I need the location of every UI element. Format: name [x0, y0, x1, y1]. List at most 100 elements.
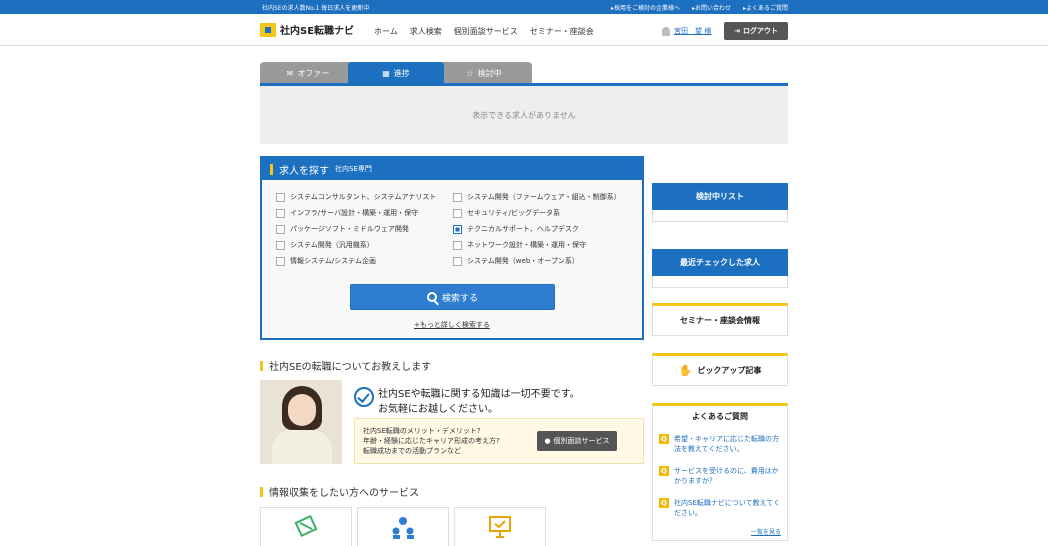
service-card-mail[interactable] — [260, 507, 352, 546]
checkbox-checked[interactable] — [453, 224, 462, 234]
recent-jobs-body — [652, 276, 788, 288]
intro-title-text: 社内SEの転職についてお教えします — [269, 362, 432, 373]
search-body: システムコンサルタント、システムアナリスト システム開発（ファームウェア・組込・… — [262, 180, 642, 338]
category-option[interactable]: ネットワーク設計・構築・運用・保守 — [453, 240, 630, 250]
checkbox[interactable] — [453, 240, 462, 250]
sidebar-pickup-card[interactable]: ✋ ピックアップ記事 — [652, 353, 788, 386]
checkbox[interactable] — [276, 208, 285, 218]
category-label: システム開発（ファームウェア・組込・制御系） — [467, 193, 621, 201]
top-bar-links: ▸採用をご検討の企業様へ ▸お問い合わせ ▸よくあるご質問 — [611, 3, 788, 12]
calendar-icon: ▦ — [382, 68, 390, 78]
mail-magazine-icon — [294, 515, 318, 538]
user-icon — [662, 26, 670, 36]
faq-question: サービスを受けるのに、費用はかかりますか？ — [674, 467, 779, 485]
checkbox[interactable] — [453, 208, 462, 218]
user-menu[interactable]: 宮田 望 様 — [662, 26, 711, 36]
service-card-community[interactable] — [357, 507, 449, 546]
intro-headline: 社内SEや転職に関する知識は一切不要です。 — [378, 389, 580, 400]
consultation-button[interactable]: ● 個別面談サービス — [537, 431, 617, 451]
pickup-card-label: ピックアップ記事 — [697, 366, 762, 375]
topic-line: 転職成功までの活動プランなど — [363, 447, 461, 455]
nav-consultation[interactable]: 個別面談サービス — [454, 26, 518, 37]
faq-view-all-link[interactable]: 一覧を見る — [751, 527, 781, 536]
consultation-button-label: 個別面談サービス — [553, 437, 610, 445]
category-label: インフラ/サーバ設計・構築・運用・保守 — [290, 209, 419, 217]
tab-progress[interactable]: ▦ 進捗 — [348, 62, 444, 84]
faq-question: 社内SE転職ナビについて教えてください。 — [674, 499, 781, 517]
category-option[interactable]: システム開発（ファームウェア・組込・制御系） — [453, 192, 630, 202]
service-card-seminar[interactable] — [454, 507, 546, 546]
top-bar-tagline: 社内SEの求人数No.1 毎日求人を更新中 — [262, 5, 370, 12]
top-bar: 社内SEの求人数No.1 毎日求人を更新中 ▸採用をご検討の企業様へ ▸お問い合… — [0, 0, 1048, 14]
search-subtitle: 社内SE専門 — [335, 165, 372, 173]
faq-item[interactable]: Q 希望・キャリアに応じた転職の方法を教えてください。 — [659, 434, 783, 454]
category-option[interactable]: セキュリティ/ビッグデータ系 — [453, 208, 630, 218]
tab-offer[interactable]: ✉ オファー — [260, 62, 356, 84]
category-option[interactable]: テクニカルサポート、ヘルプデスク — [453, 224, 630, 234]
section-accent-bar — [260, 360, 263, 371]
logout-icon: ⇥ — [734, 27, 740, 35]
sidebar-review-list[interactable]: 検討中リスト — [652, 183, 788, 222]
consultant-photo — [260, 380, 342, 464]
search-button-label: 検索する — [441, 293, 478, 304]
category-option[interactable]: システムコンサルタント、システムアナリスト — [276, 192, 453, 202]
category-label: 情報システム/システム企画 — [290, 257, 376, 265]
checkbox[interactable] — [276, 192, 285, 202]
advanced-search-link[interactable]: +もっと詳しく検索する — [414, 320, 490, 330]
tab-progress-label: 進捗 — [393, 68, 410, 78]
consultation-info-box: 社内SE転職のメリット・デメリット? 年齢・経験に応じたキャリア形成の考え方? … — [354, 418, 644, 464]
arrow-circle-icon: ● — [544, 437, 551, 445]
nav-seminar[interactable]: セミナー・座談会 — [530, 26, 594, 37]
faq-item[interactable]: Q サービスを受けるのに、費用はかかりますか？ — [659, 466, 783, 486]
tab-considering-label: 検討中 — [477, 68, 502, 78]
review-list-button[interactable]: 検討中リスト — [652, 183, 788, 210]
checkbox[interactable] — [276, 240, 285, 250]
thumbs-up-icon: ✋ — [678, 364, 693, 377]
search-button[interactable]: 検索する — [350, 284, 555, 310]
nav-home[interactable]: ホーム — [374, 26, 398, 37]
checkbox[interactable] — [276, 224, 285, 234]
recent-jobs-button[interactable]: 最近チェックした求人 — [652, 249, 788, 276]
category-label: セキュリティ/ビッグデータ系 — [467, 209, 560, 217]
checkbox[interactable] — [276, 256, 285, 266]
category-list: システムコンサルタント、システムアナリスト システム開発（ファームウェア・組込・… — [276, 192, 636, 266]
sidebar-seminar-card[interactable]: セミナー・座談会情報 — [652, 303, 788, 336]
checkbox[interactable] — [453, 192, 462, 202]
checkbox[interactable] — [453, 256, 462, 266]
faq-link[interactable]: ▸よくあるご質問 — [743, 3, 788, 12]
people-icon — [392, 517, 414, 539]
category-option[interactable]: システム開発（web・オープン系） — [453, 256, 630, 266]
search-title: 求人を探す — [279, 165, 329, 177]
job-search-panel: 求人を探す 社内SE専門 システムコンサルタント、システムアナリスト システム開… — [260, 156, 644, 340]
sidebar-faq: よくあるご質問 Q 希望・キャリアに応じた転職の方法を教えてください。 Q サービス… — [652, 403, 788, 541]
category-option[interactable]: パッケージソフト・ミドルウェア開発 — [276, 224, 453, 234]
faq-item[interactable]: Q 社内SE転職ナビについて教えてください。 — [659, 498, 783, 518]
category-option[interactable]: システム開発（汎用機系） — [276, 240, 453, 250]
presentation-board-icon — [489, 516, 511, 538]
sidebar-recent[interactable]: 最近チェックした求人 — [652, 249, 788, 288]
section-accent-bar — [260, 486, 263, 497]
status-tabs: ✉ オファー ▦ 進捗 ☆ 検討中 — [260, 62, 788, 84]
site-logo[interactable]: 社内SE転職ナビ — [260, 22, 354, 37]
check-circle-icon — [354, 387, 374, 407]
intro-section-title: 社内SEの転職についてお教えします — [260, 358, 431, 373]
category-label: パッケージソフト・ミドルウェア開発 — [290, 225, 409, 233]
faq-title: よくあるご質問 — [692, 412, 748, 421]
site-header: 社内SE転職ナビ ホーム 求人検索 個別面談サービス セミナー・座談会 宮田 望… — [0, 14, 1048, 46]
contact-link[interactable]: ▸お問い合わせ — [692, 3, 731, 12]
search-icon — [426, 292, 437, 302]
question-icon: Q — [659, 434, 669, 444]
category-option[interactable]: インフラ/サーバ設計・構築・運用・保守 — [276, 208, 453, 218]
tab-considering[interactable]: ☆ 検討中 — [436, 62, 532, 84]
logout-button[interactable]: ⇥ ログアウト — [724, 22, 788, 40]
nav-job-search[interactable]: 求人検索 — [410, 26, 442, 37]
review-list-body — [652, 210, 788, 222]
header-accent-bar — [270, 163, 273, 175]
user-name[interactable]: 宮田 望 様 — [674, 26, 711, 36]
topic-line: 年齢・経験に応じたキャリア形成の考え方? — [363, 437, 500, 445]
intro-headline-2: お気軽にお越しください。 — [378, 404, 498, 415]
consultation-topics: 社内SE転職のメリット・デメリット? 年齢・経験に応じたキャリア形成の考え方? … — [363, 426, 500, 456]
corporate-link[interactable]: ▸採用をご検討の企業様へ — [611, 3, 680, 12]
star-icon: ☆ — [466, 68, 474, 78]
category-option[interactable]: 情報システム/システム企画 — [276, 256, 453, 266]
